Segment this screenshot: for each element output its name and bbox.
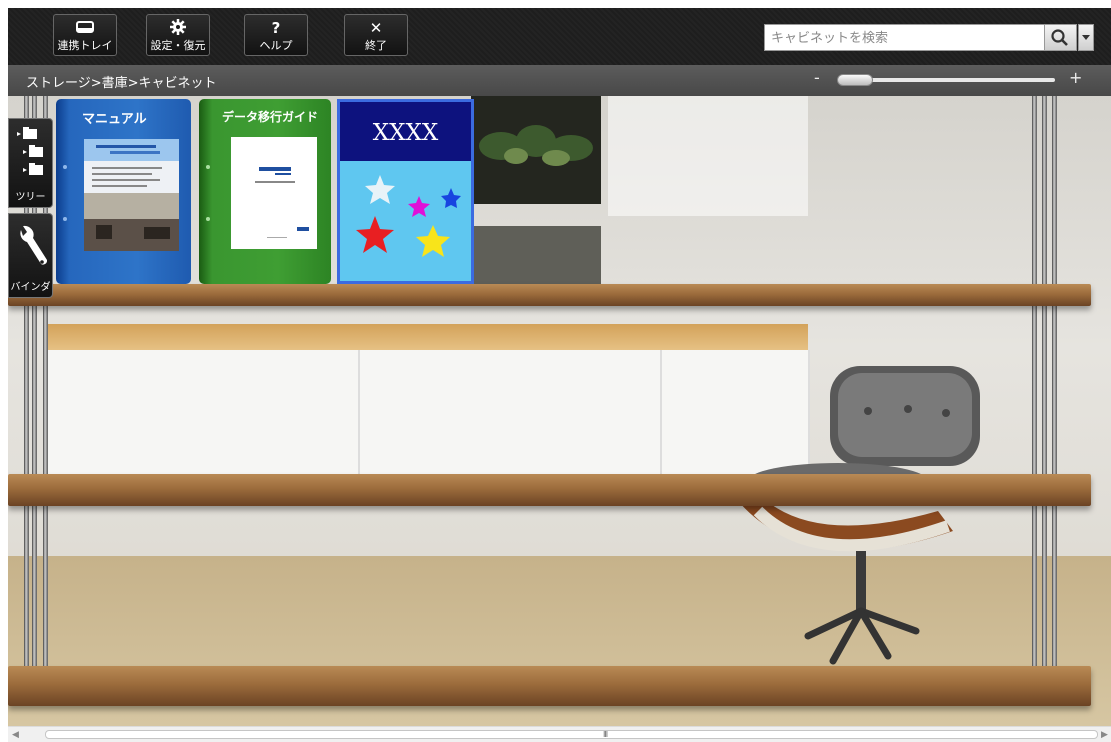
binder-title: マニュアル <box>82 112 147 127</box>
binder-title: XXXX <box>372 120 439 146</box>
search-icon <box>1051 29 1068 46</box>
app-window: 連携トレイ 設定・復元 ? ヘルプ ✕ 終了 ストレージ>書庫>キャビネット - <box>8 8 1111 742</box>
shelf-3 <box>8 666 1091 706</box>
binder-title: データ移行ガイド <box>222 110 319 124</box>
binder-ring <box>63 165 67 169</box>
shelf-post <box>1042 96 1047 706</box>
binder-ring <box>206 165 210 169</box>
binder-data-migration-guide[interactable]: データ移行ガイド <box>199 99 331 284</box>
shelf-post <box>1052 96 1057 706</box>
scrollbar-grip: III <box>603 730 608 739</box>
link-tray-button[interactable]: 連携トレイ <box>53 14 117 56</box>
background-panel <box>471 226 601 284</box>
breadcrumb[interactable]: ストレージ>書庫>キャビネット <box>26 72 217 91</box>
tray-icon <box>54 18 116 38</box>
breadcrumb-bar: ストレージ>書庫>キャビネット - + <box>8 65 1111 96</box>
shelf-1 <box>8 284 1091 306</box>
binder-tab-label: バインダ <box>10 282 51 293</box>
toolbar: 連携トレイ 設定・復元 ? ヘルプ ✕ 終了 <box>8 8 1111 65</box>
help-label: ヘルプ <box>259 39 293 52</box>
lounge-chair-image <box>738 366 980 665</box>
wrench-icon <box>20 225 47 265</box>
tree-tab[interactable]: ツリー <box>8 118 53 208</box>
exit-label: 終了 <box>365 39 387 52</box>
search-button[interactable] <box>1044 24 1077 51</box>
zoom-in-button[interactable]: + <box>1069 68 1082 87</box>
help-icon: ? <box>271 19 281 37</box>
search-options-dropdown[interactable] <box>1078 24 1094 51</box>
stars-cover-image <box>356 175 461 257</box>
exit-button[interactable]: ✕ 終了 <box>344 14 408 56</box>
tree-tab-label: ツリー <box>15 192 46 203</box>
binder-ring <box>63 217 67 221</box>
scrollbar-thumb[interactable]: III <box>45 730 1098 739</box>
horizontal-scrollbar[interactable]: ◀ III ▶ <box>8 726 1111 742</box>
zoom-out-button[interactable]: - <box>814 68 820 87</box>
binder-xxxx[interactable]: XXXX <box>337 99 474 284</box>
cabinet-search-input[interactable] <box>764 24 1045 51</box>
close-icon: ✕ <box>369 19 383 37</box>
folder-tree-icon <box>17 127 43 175</box>
cover-thumbnail-image <box>84 139 179 251</box>
settings-restore-label: 設定・復元 <box>150 39 206 52</box>
background-wall-art <box>471 96 601 204</box>
shelf-2 <box>8 474 1091 506</box>
link-tray-label: 連携トレイ <box>57 39 113 52</box>
binder-manual[interactable]: マニュアル <box>56 99 191 284</box>
gear-icon <box>147 18 209 38</box>
cover-thumbnail-image <box>231 137 317 249</box>
zoom-slider-handle[interactable] <box>837 74 873 86</box>
scroll-left-arrow-icon[interactable]: ◀ <box>12 730 19 740</box>
window-light <box>608 96 808 216</box>
chevron-down-icon <box>1082 35 1090 40</box>
settings-restore-button[interactable]: 設定・復元 <box>146 14 210 56</box>
binder-ring <box>206 217 210 221</box>
scroll-right-arrow-icon[interactable]: ▶ <box>1101 730 1108 740</box>
help-button[interactable]: ? ヘルプ <box>244 14 308 56</box>
binder-tab[interactable]: バインダ <box>8 213 53 298</box>
background-counter <box>48 324 808 350</box>
shelf-post <box>1032 96 1037 706</box>
